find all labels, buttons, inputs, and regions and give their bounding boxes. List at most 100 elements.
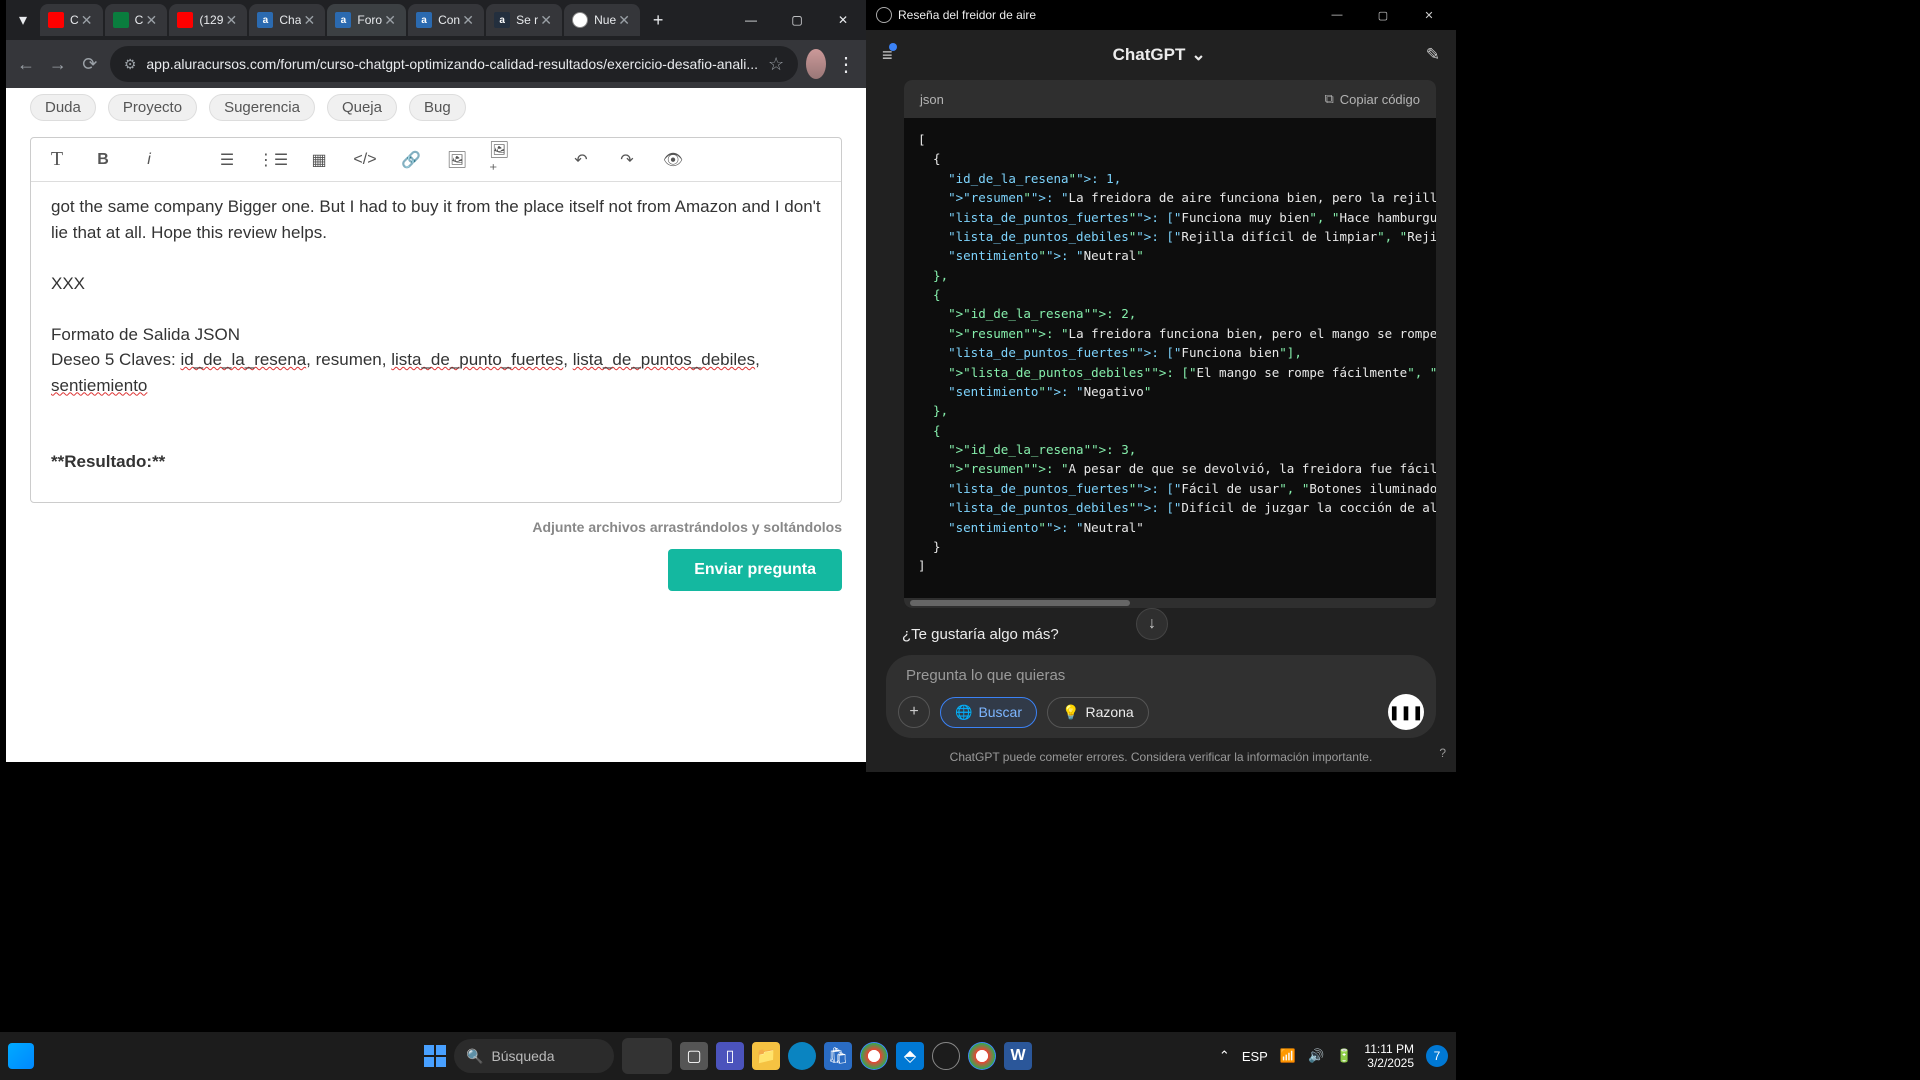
tray-battery-icon[interactable]: 🔋 bbox=[1336, 1048, 1352, 1064]
table-button[interactable]: ▦ bbox=[305, 146, 333, 174]
new-tab-button[interactable]: + bbox=[642, 10, 674, 31]
scroll-to-bottom-button[interactable]: ↓ bbox=[1136, 608, 1168, 640]
gpt-help-button[interactable]: ? bbox=[1439, 746, 1446, 760]
tab-favicon: a bbox=[416, 12, 432, 28]
tab-close-button[interactable]: ✕ bbox=[616, 12, 632, 28]
taskbar-app-chrome2[interactable] bbox=[968, 1042, 996, 1070]
profile-avatar[interactable] bbox=[806, 49, 826, 79]
browser-tab[interactable]: aForo✕ bbox=[327, 4, 406, 36]
preview-button[interactable]: 👁 bbox=[659, 146, 687, 174]
copy-code-button[interactable]: ⧉ Copiar código bbox=[1324, 91, 1420, 107]
chrome-titlebar: ▾ C✕C✕(129✕aCha✕aForo✕aCon✕aSe r✕Nue✕ + … bbox=[6, 0, 866, 40]
editor-body[interactable]: got the same company Bigger one. But I h… bbox=[31, 182, 841, 502]
browser-tab[interactable]: (129✕ bbox=[169, 4, 247, 36]
gpt-new-chat-button[interactable]: ✎ bbox=[1426, 45, 1440, 65]
tray-language[interactable]: ESP bbox=[1242, 1049, 1268, 1064]
scrollbar-thumb[interactable] bbox=[910, 600, 1130, 606]
close-window-button[interactable]: ✕ bbox=[820, 0, 866, 40]
tab-close-button[interactable]: ✕ bbox=[79, 12, 95, 28]
taskbar-app-teams[interactable]: ▯ bbox=[716, 1042, 744, 1070]
gpt-attach-button[interactable]: + bbox=[898, 696, 930, 728]
browser-tab[interactable]: aSe r✕ bbox=[486, 4, 562, 36]
code-button[interactable]: </> bbox=[351, 146, 379, 174]
tray-volume-icon[interactable]: 🔊 bbox=[1308, 1048, 1324, 1064]
gpt-input-field[interactable]: Pregunta lo que quieras bbox=[898, 661, 1424, 694]
redo-button[interactable]: ↷ bbox=[613, 146, 641, 174]
tab-favicon: a bbox=[257, 12, 273, 28]
gpt-voice-button[interactable]: ❚❚❚ bbox=[1388, 694, 1424, 730]
tab-close-button[interactable]: ✕ bbox=[301, 12, 317, 28]
gpt-close-button[interactable]: ✕ bbox=[1406, 0, 1452, 30]
taskbar-app-store[interactable]: 🛍 bbox=[824, 1042, 852, 1070]
taskbar-app-chrome[interactable] bbox=[860, 1042, 888, 1070]
taskbar-app-vscode[interactable]: ⬘ bbox=[896, 1042, 924, 1070]
tab-title: Se r bbox=[516, 13, 538, 27]
italic-button[interactable]: i bbox=[135, 146, 163, 174]
reload-button[interactable]: ⟳ bbox=[78, 46, 102, 82]
category-chip[interactable]: Queja bbox=[327, 94, 397, 121]
taskbar-app-edge[interactable] bbox=[788, 1042, 816, 1070]
taskbar-widget-left[interactable] bbox=[8, 1043, 34, 1069]
gpt-model-selector[interactable]: ChatGPT⌄ bbox=[1113, 45, 1206, 65]
editor-toolbar: T B i ☰ ⋮☰ ▦ </> 🔗 🖼 🖼⁺ ↶ ↷ 👁 bbox=[31, 138, 841, 182]
bookmark-star-icon[interactable]: ☆ bbox=[768, 54, 784, 75]
category-chip[interactable]: Duda bbox=[30, 94, 96, 121]
tab-title: (129 bbox=[199, 13, 223, 27]
taskbar-app-chatgpt[interactable] bbox=[932, 1042, 960, 1070]
category-chip[interactable]: Bug bbox=[409, 94, 466, 121]
tray-clock[interactable]: 11:11 PM 3/2/2025 bbox=[1364, 1042, 1414, 1071]
browser-tab[interactable]: Nue✕ bbox=[564, 4, 640, 36]
tray-wifi-icon[interactable]: 📶 bbox=[1280, 1048, 1296, 1064]
browser-tab[interactable]: C✕ bbox=[105, 4, 168, 36]
heading-button[interactable]: T bbox=[43, 146, 71, 174]
link-button[interactable]: 🔗 bbox=[397, 146, 425, 174]
tab-close-button[interactable]: ✕ bbox=[460, 12, 476, 28]
taskbar-app-files[interactable]: 📁 bbox=[752, 1042, 780, 1070]
start-button[interactable] bbox=[424, 1045, 446, 1067]
editor-text-line: got the same company Bigger one. But I h… bbox=[51, 194, 821, 245]
browser-tab[interactable]: aCha✕ bbox=[249, 4, 325, 36]
category-chip[interactable]: Proyecto bbox=[108, 94, 197, 121]
site-info-icon[interactable]: ⚙ bbox=[124, 56, 137, 73]
tab-title: C bbox=[135, 13, 144, 27]
tray-notifications[interactable]: 7 bbox=[1426, 1045, 1448, 1067]
unordered-list-button[interactable]: ⋮☰ bbox=[259, 146, 287, 174]
image-button[interactable]: 🖼 bbox=[443, 146, 471, 174]
taskbar-search[interactable]: 🔍 Búsqueda bbox=[454, 1039, 614, 1073]
globe-icon: 🌐 bbox=[955, 704, 972, 721]
gpt-sidebar-toggle[interactable]: ≡ bbox=[882, 45, 893, 66]
forward-button[interactable]: → bbox=[46, 46, 70, 82]
back-button[interactable]: ← bbox=[14, 46, 38, 82]
page-content: Duda Proyecto Sugerencia Queja Bug T B i ☰ ⋮… bbox=[6, 88, 866, 762]
category-chip[interactable]: Sugerencia bbox=[209, 94, 315, 121]
chrome-menu-button[interactable]: ⋮ bbox=[834, 52, 858, 77]
gpt-search-chip[interactable]: 🌐 Buscar bbox=[940, 697, 1037, 728]
gpt-input-area: Pregunta lo que quieras + 🌐 Buscar 💡 Raz… bbox=[886, 655, 1436, 738]
bold-button[interactable]: B bbox=[89, 146, 117, 174]
image-upload-button[interactable]: 🖼⁺ bbox=[489, 146, 517, 174]
tab-title: Foro bbox=[357, 13, 382, 27]
gpt-maximize-button[interactable]: ▢ bbox=[1360, 0, 1406, 30]
minimize-button[interactable]: — bbox=[728, 0, 774, 40]
taskbar-app-explorer[interactable]: ▢ bbox=[680, 1042, 708, 1070]
maximize-button[interactable]: ▢ bbox=[774, 0, 820, 40]
tab-close-button[interactable]: ✕ bbox=[223, 12, 239, 28]
url-bar[interactable]: ⚙ app.aluracursos.com/forum/curso-chatgp… bbox=[110, 46, 798, 82]
gpt-reason-chip[interactable]: 💡 Razona bbox=[1047, 697, 1149, 728]
undo-button[interactable]: ↶ bbox=[567, 146, 595, 174]
browser-tab[interactable]: aCon✕ bbox=[408, 4, 484, 36]
chrome-toolbar: ← → ⟳ ⚙ app.aluracursos.com/forum/curso-… bbox=[6, 40, 866, 88]
submit-question-button[interactable]: Enviar pregunta bbox=[668, 549, 842, 591]
taskbar-app-word[interactable]: W bbox=[1004, 1042, 1032, 1070]
tab-close-button[interactable]: ✕ bbox=[538, 12, 554, 28]
ordered-list-button[interactable]: ☰ bbox=[213, 146, 241, 174]
code-horizontal-scrollbar[interactable] bbox=[904, 598, 1436, 608]
gpt-minimize-button[interactable]: — bbox=[1314, 0, 1360, 30]
tray-chevron-icon[interactable]: ⌃ bbox=[1219, 1048, 1230, 1064]
browser-tab[interactable]: C✕ bbox=[40, 4, 103, 36]
tab-close-button[interactable]: ✕ bbox=[143, 12, 159, 28]
tab-close-button[interactable]: ✕ bbox=[382, 12, 398, 28]
taskbar-taskview[interactable] bbox=[622, 1038, 672, 1074]
code-body[interactable]: [ { "id_de_la_resena"">: 1, ">"resumen""… bbox=[904, 118, 1436, 598]
tabs-dropdown[interactable]: ▾ bbox=[6, 0, 40, 40]
